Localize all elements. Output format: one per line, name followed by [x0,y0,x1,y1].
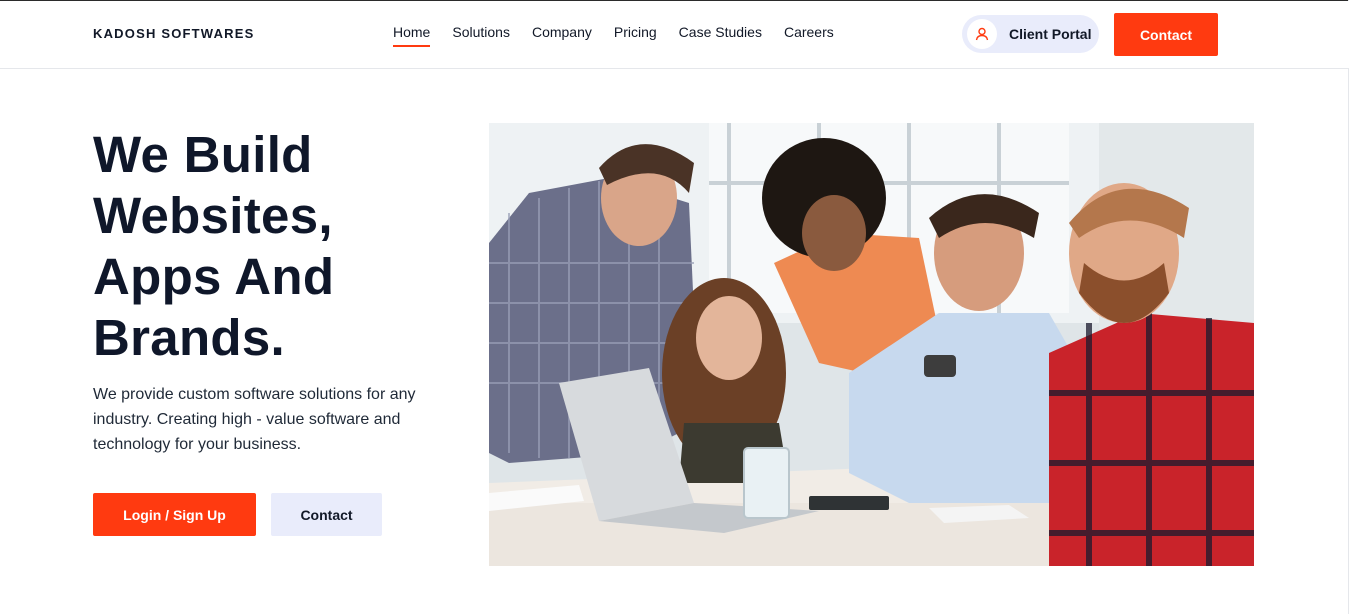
brand-logo[interactable]: KADOSH SOFTWARES [93,26,254,41]
main-nav: Home Solutions Company Pricing Case Stud… [393,24,856,47]
hero-contact-button[interactable]: Contact [271,493,382,536]
nav-case-studies[interactable]: Case Studies [679,24,762,46]
client-portal-label: Client Portal [1009,26,1092,42]
nav-solutions[interactable]: Solutions [452,24,510,46]
user-icon [967,19,997,49]
nav-pricing[interactable]: Pricing [614,24,657,46]
hero-description: We provide custom software solutions for… [93,386,416,453]
header-contact-button[interactable]: Contact [1114,13,1218,56]
login-signup-button[interactable]: Login / Sign Up [93,493,256,536]
nav-company[interactable]: Company [532,24,592,46]
site-header: KADOSH SOFTWARES Home Solutions Company … [0,1,1349,69]
nav-careers[interactable]: Careers [784,24,834,46]
client-portal-button[interactable]: Client Portal [962,15,1099,53]
hero-team-photo [489,123,1254,566]
nav-home[interactable]: Home [393,24,431,47]
hero-title: We Build Websites, Apps And Brands. [93,126,335,366]
